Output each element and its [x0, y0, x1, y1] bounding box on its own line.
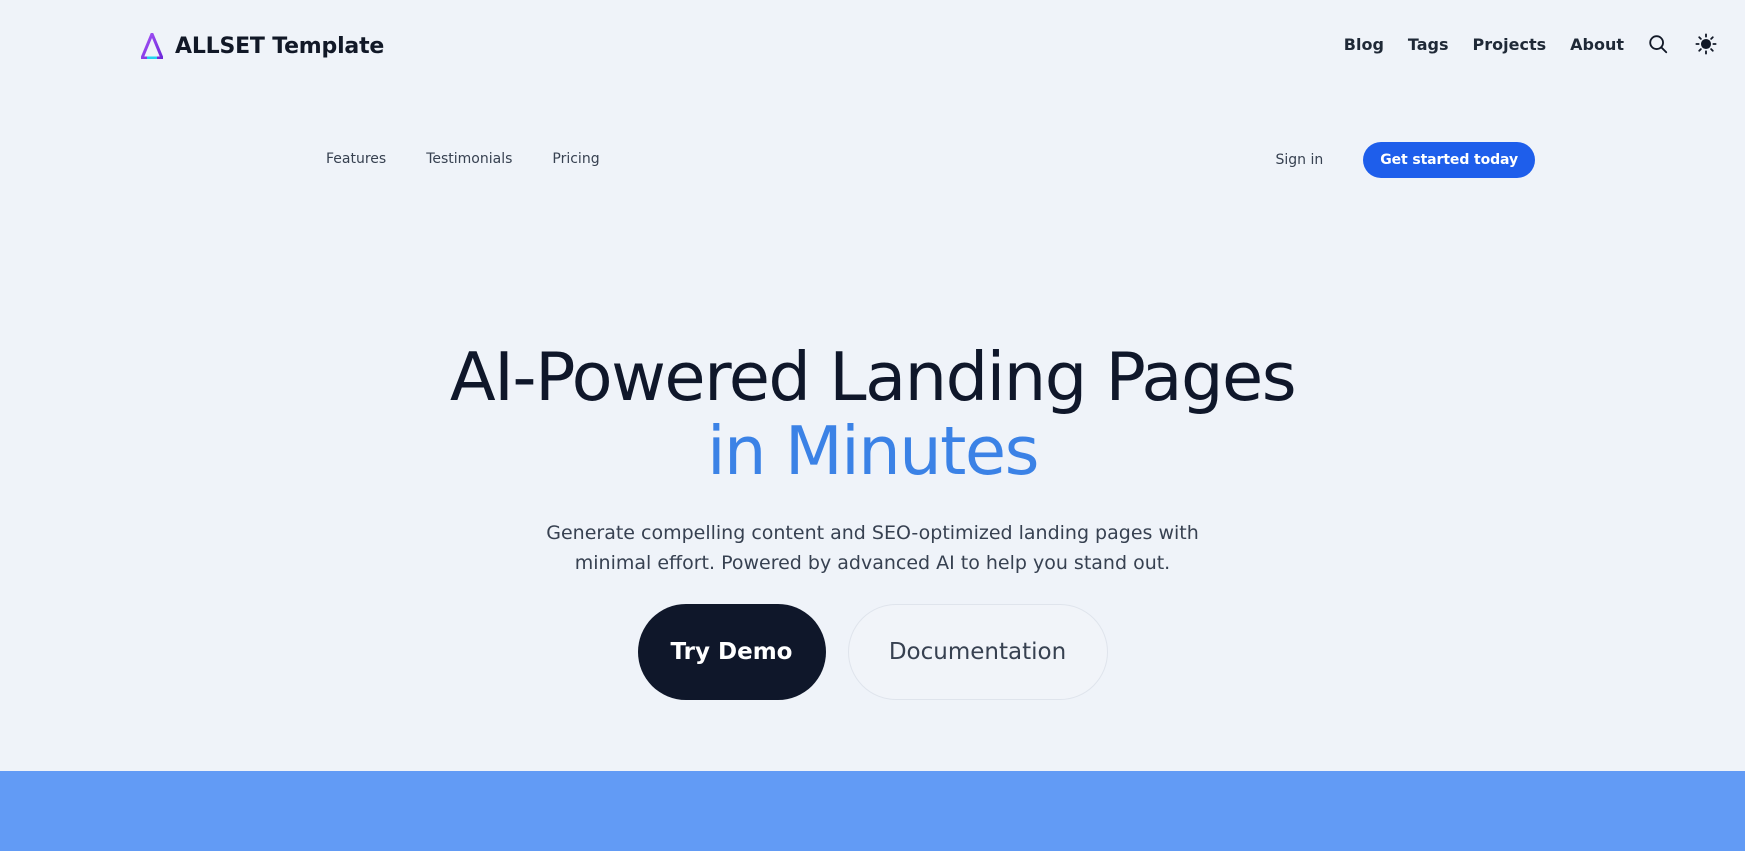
nav-about[interactable]: About [1570, 35, 1624, 54]
hero-title: AI-Powered Landing Pages in Minutes [0, 340, 1745, 488]
brand-link[interactable]: ALLSET Template [141, 33, 384, 59]
sub-nav: Features Testimonials Pricing [326, 151, 600, 167]
brand-title: ALLSET Template [175, 33, 385, 59]
nav-tags[interactable]: Tags [1408, 35, 1449, 54]
get-started-button[interactable]: Get started today [1363, 142, 1535, 178]
nav-projects[interactable]: Projects [1473, 35, 1547, 54]
sub-nav-testimonials[interactable]: Testimonials [426, 151, 512, 167]
sub-header-actions: Sign in Get started today [1275, 142, 1535, 178]
sub-nav-features[interactable]: Features [326, 151, 386, 167]
sub-header: Features Testimonials Pricing Sign in Ge… [0, 140, 1745, 182]
theme-toggle-button[interactable] [1692, 30, 1720, 58]
hero-subtitle: Generate compelling content and SEO-opti… [546, 522, 1199, 574]
triangle-logo-icon [141, 33, 163, 59]
sun-icon [1695, 33, 1717, 55]
sign-in-link[interactable]: Sign in [1275, 152, 1323, 168]
try-demo-button[interactable]: Try Demo [637, 604, 826, 700]
search-icon [1649, 35, 1668, 54]
top-nav: Blog Tags Projects About [1344, 30, 1720, 58]
nav-blog[interactable]: Blog [1344, 35, 1384, 54]
sub-nav-pricing[interactable]: Pricing [552, 151, 599, 167]
hero-section: AI-Powered Landing Pages in Minutes Gene… [0, 340, 1745, 700]
hero-actions: Try Demo Documentation [0, 604, 1745, 700]
site-header: ALLSET Template Blog Tags Projects About [0, 0, 1745, 96]
search-button[interactable] [1644, 30, 1672, 58]
hero-title-line2: in Minutes [706, 412, 1040, 490]
bottom-band [0, 771, 1745, 851]
hero-title-line1: AI-Powered Landing Pages [449, 338, 1297, 416]
documentation-button[interactable]: Documentation [847, 604, 1108, 700]
